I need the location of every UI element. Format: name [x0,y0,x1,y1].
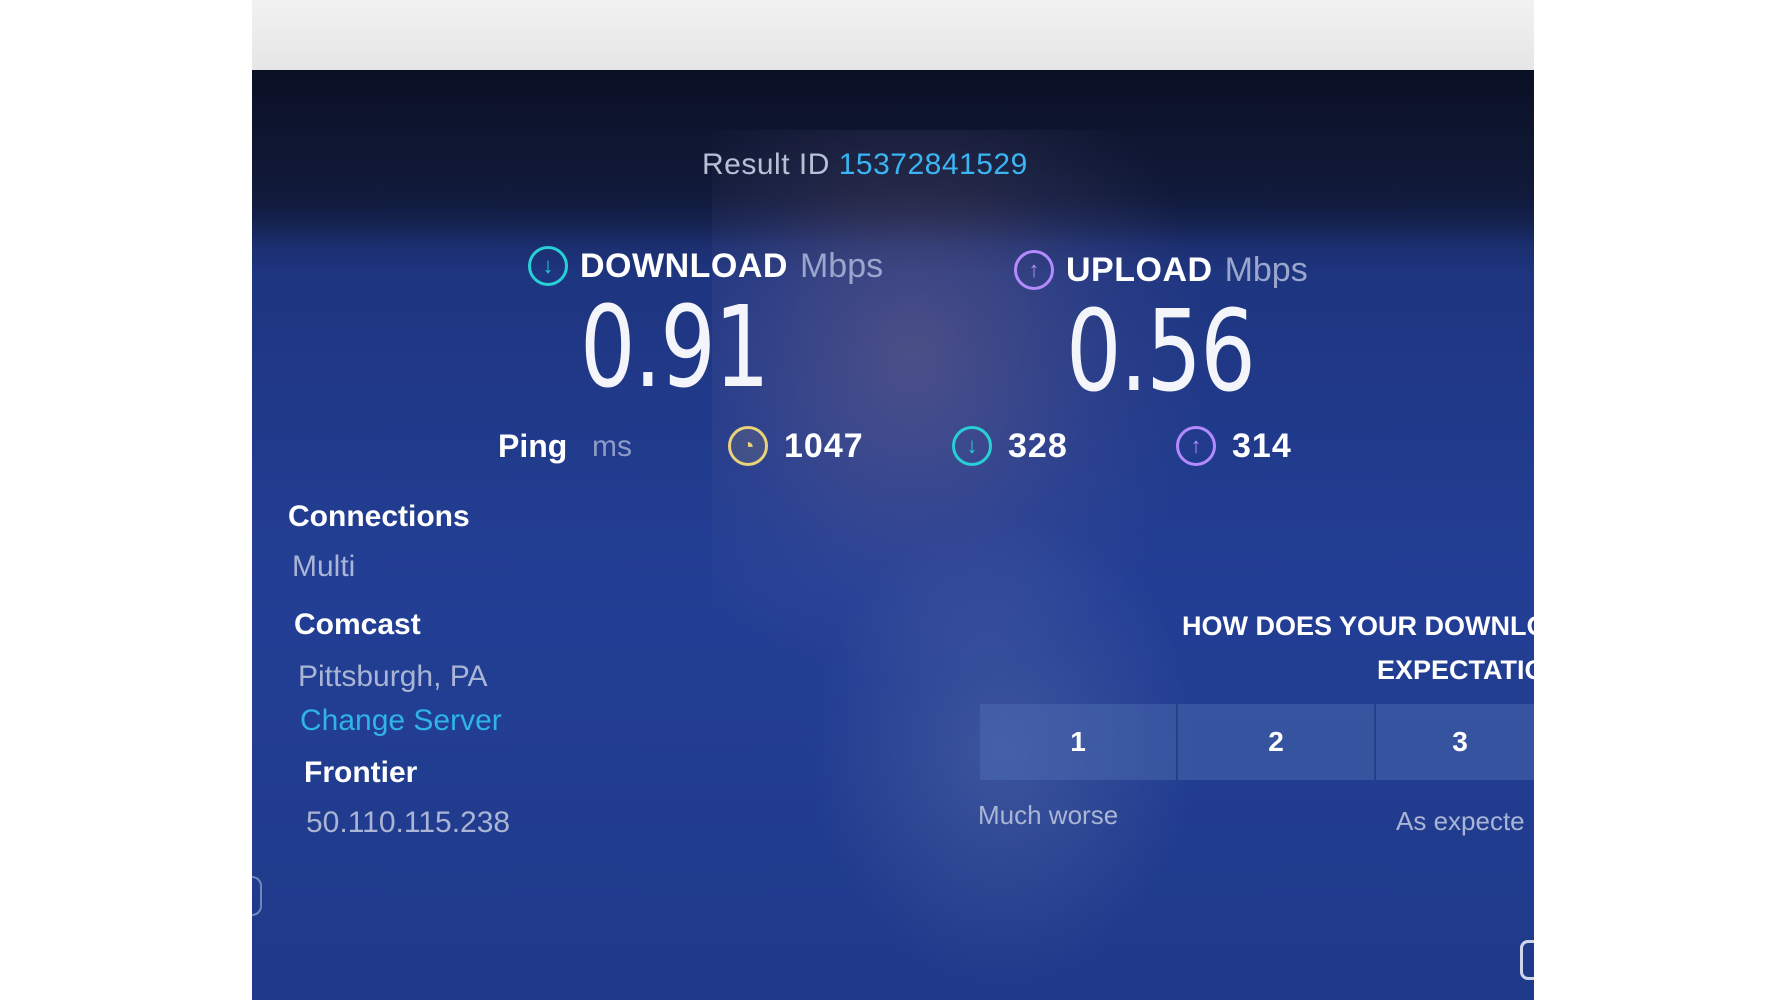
ping-upload[interactable]: ↑ 314 [1176,426,1292,466]
ping-download[interactable]: ↓ 328 [952,426,1068,466]
rating-row: 1 2 3 [980,704,1534,780]
result-id: Result ID 15372841529 [702,148,1028,182]
result-id-label: Result ID [702,148,830,181]
ping-download-value: 328 [1008,426,1068,465]
ping-row: Ping ms ◔ 1047 ↓ 328 ↑ 314 [252,426,1534,486]
connections-value[interactable]: Multi [292,550,355,584]
result-id-link[interactable]: 15372841529 [839,148,1028,181]
download-arrow-icon: ↓ [528,246,568,286]
upload-label: UPLOAD [1066,250,1213,289]
rating-caption-low: Much worse [978,800,1119,830]
provider-ip: 50.110.115.238 [306,806,511,839]
server-location: Pittsburgh, PA [298,660,488,693]
ping-idle-value: 1047 [784,426,864,465]
upload-latency-icon: ↑ [1176,426,1216,466]
edge-marker [252,876,262,916]
upload-arrow-icon: ↑ [1014,250,1054,290]
upload-metric: ↑ UPLOAD Mbps 0.56 [1014,250,1308,408]
upload-unit: Mbps [1224,250,1308,289]
ping-upload-value: 314 [1232,426,1292,465]
survey-question-line2: EXPECTATIC [1376,655,1534,685]
rating-button-2[interactable]: 2 [1178,704,1376,780]
upload-value: 0.56 [1066,287,1256,417]
ping-idle[interactable]: ◔ 1047 [728,426,864,466]
download-unit: Mbps [799,246,884,285]
server-name: Comcast [294,608,421,641]
rating-caption-mid: As expecte [1396,806,1525,836]
rating-button-3[interactable]: 3 [1376,704,1534,780]
download-value: 0.91 [580,283,770,413]
survey-question: HOW DOES YOUR DOWNLOAD SP EXPECTATIC [1034,604,1534,692]
photo-frame: Result ID 15372841529 ↓ DOWNLOAD Mbps 0.… [252,0,1534,1000]
provider-name: Frontier [304,756,418,789]
monitor-bezel [252,0,1534,70]
download-latency-icon: ↓ [952,426,992,466]
connections-label: Connections [288,500,470,533]
speedtest-screen: Result ID 15372841529 ↓ DOWNLOAD Mbps 0.… [252,70,1534,1000]
change-server-link[interactable]: Change Server [300,704,502,738]
rating-button-1[interactable]: 1 [980,704,1178,780]
download-label: DOWNLOAD [580,246,788,285]
idle-latency-icon: ◔ [728,426,768,466]
survey-question-line1: HOW DOES YOUR DOWNLOAD SP [1181,611,1534,641]
ping-unit: ms [592,430,632,463]
download-metric: ↓ DOWNLOAD Mbps 0.91 [528,246,883,404]
shield-icon[interactable] [1520,940,1534,980]
ping-label: Ping [498,428,568,464]
